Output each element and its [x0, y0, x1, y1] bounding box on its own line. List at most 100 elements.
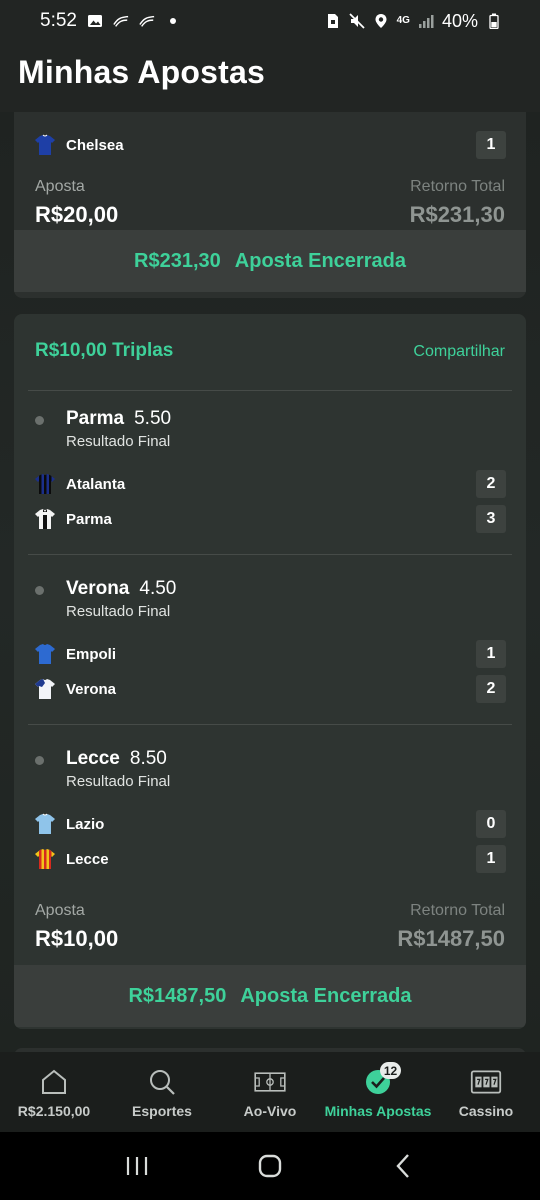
nav-sports[interactable]: Esportes	[108, 1052, 216, 1132]
home-button-icon[interactable]	[250, 1146, 290, 1186]
selection-market: Resultado Final	[66, 773, 171, 790]
divider	[28, 390, 512, 391]
settled-bar: R$231,30 Aposta Encerrada	[14, 230, 526, 292]
verona-jersey-icon	[34, 678, 56, 700]
page-title: Minhas Apostas	[18, 54, 265, 90]
selection-pick: Verona 4.50	[66, 578, 176, 600]
selection-market: Resultado Final	[66, 433, 171, 450]
slot-machine-icon	[470, 1068, 502, 1096]
image-icon	[87, 13, 103, 29]
team-name: Parma	[66, 510, 112, 528]
location-icon	[373, 13, 389, 29]
bet-title: R$10,00 Triplas	[35, 340, 174, 361]
signal-icon	[418, 13, 434, 29]
selection-pick: Lecce 8.50	[66, 748, 167, 770]
back-icon[interactable]	[383, 1146, 423, 1186]
team-score: 2	[476, 470, 506, 498]
status-time: 5:52	[40, 10, 77, 31]
nav-label: Cassino	[458, 1103, 514, 1119]
share-link[interactable]: Compartilhar	[413, 343, 505, 361]
mute-icon	[348, 13, 365, 29]
battery-icon	[486, 13, 502, 29]
battery-percent: 40%	[441, 10, 478, 31]
nav-label: Ao-Vivo	[243, 1103, 297, 1119]
nav-label: Minhas Apostas	[324, 1103, 432, 1119]
nav-live[interactable]: Ao-Vivo	[216, 1052, 324, 1132]
pick-odd: 4.50	[139, 578, 177, 599]
selection-status-dot	[35, 586, 44, 595]
team-name: Chelsea	[66, 136, 124, 154]
settled-status: Aposta Encerrada	[240, 984, 412, 1007]
team-score: 2	[476, 675, 506, 703]
team-row: Atalanta 2	[34, 469, 506, 499]
status-bar: 5:52 4G 40%	[0, 0, 540, 42]
pick-odd: 8.50	[129, 748, 167, 769]
parma-jersey-icon	[34, 508, 56, 530]
nav-casino[interactable]: Cassino	[432, 1052, 540, 1132]
divider	[28, 724, 512, 725]
stake-amount: R$20,00	[35, 202, 119, 227]
team-name: Verona	[66, 680, 117, 698]
dot-icon	[165, 13, 181, 29]
return-amount: R$1487,50	[397, 926, 505, 951]
selection-pick: Parma 5.50	[66, 408, 171, 430]
app-header: Minhas Apostas	[0, 42, 540, 112]
settled-amount: R$231,30	[134, 249, 221, 272]
team-row: Verona 2	[34, 674, 506, 704]
team-score: 0	[476, 810, 506, 838]
pick-name: Verona	[66, 578, 130, 599]
team-name: Empoli	[66, 645, 117, 663]
settled-amount: R$1487,50	[128, 984, 227, 1007]
team-row: Parma 3	[34, 504, 506, 534]
bets-list[interactable]: Chelsea 1 Aposta R$20,00 Retorno Total R…	[0, 112, 540, 1052]
pitch-icon	[254, 1068, 286, 1096]
nav-home[interactable]: R$2.150,00	[0, 1052, 108, 1132]
selection-market: Resultado Final	[66, 603, 171, 620]
chelsea-jersey-icon	[34, 134, 56, 156]
nav-label: Esportes	[132, 1103, 192, 1119]
team-score: 3	[476, 505, 506, 533]
team-row: Empoli 1	[34, 639, 506, 669]
team-score: 1	[476, 845, 506, 873]
swoosh-icon	[113, 13, 129, 29]
stake-label: Aposta	[35, 902, 85, 919]
pick-name: Lecce	[66, 748, 120, 769]
team-name: Lazio	[66, 815, 105, 833]
empoli-jersey-icon	[34, 643, 56, 665]
system-nav-bar	[0, 1132, 540, 1200]
stake-label: Aposta	[35, 178, 85, 195]
lazio-jersey-icon	[34, 813, 56, 835]
stake-amount: R$10,00	[35, 926, 119, 951]
bet-card[interactable]: R$10,00 Triplas Compartilhar Parma 5.50 R…	[14, 314, 526, 1029]
return-label: Retorno Total	[410, 902, 505, 919]
swoosh-icon	[139, 13, 155, 29]
recent-apps-icon[interactable]	[117, 1146, 157, 1186]
pick-odd: 5.50	[134, 408, 172, 429]
selection-status-dot	[35, 416, 44, 425]
team-row: Lazio 0	[34, 809, 506, 839]
team-name: Atalanta	[66, 475, 126, 493]
nav-label: R$2.150,00	[17, 1103, 91, 1119]
settled-bar: R$1487,50 Aposta Encerrada	[14, 965, 526, 1027]
return-label: Retorno Total	[410, 178, 505, 195]
team-row: Lecce 1	[34, 844, 506, 874]
search-icon	[146, 1068, 178, 1096]
atalanta-jersey-icon	[34, 473, 56, 495]
nav-my-bets[interactable]: 12 Minhas Apostas	[324, 1052, 432, 1132]
team-score: 1	[476, 640, 506, 668]
pick-name: Parma	[66, 408, 125, 429]
network-type: 4G	[396, 15, 410, 26]
lecce-jersey-icon	[34, 848, 56, 870]
team-name: Lecce	[66, 850, 109, 868]
divider	[28, 554, 512, 555]
bet-card[interactable]: Chelsea 1 Aposta R$20,00 Retorno Total R…	[14, 112, 526, 298]
selection-status-dot	[35, 756, 44, 765]
sim-icon	[325, 13, 341, 29]
bottom-nav: R$2.150,00 Esportes Ao-Vivo 12 Minhas Ap…	[0, 1052, 540, 1132]
team-row: Chelsea 1	[34, 130, 506, 160]
bets-count-badge: 12	[380, 1062, 401, 1079]
return-amount: R$231,30	[409, 202, 505, 227]
home-icon	[38, 1068, 70, 1096]
settled-status: Aposta Encerrada	[234, 249, 406, 272]
team-score: 1	[476, 131, 506, 159]
